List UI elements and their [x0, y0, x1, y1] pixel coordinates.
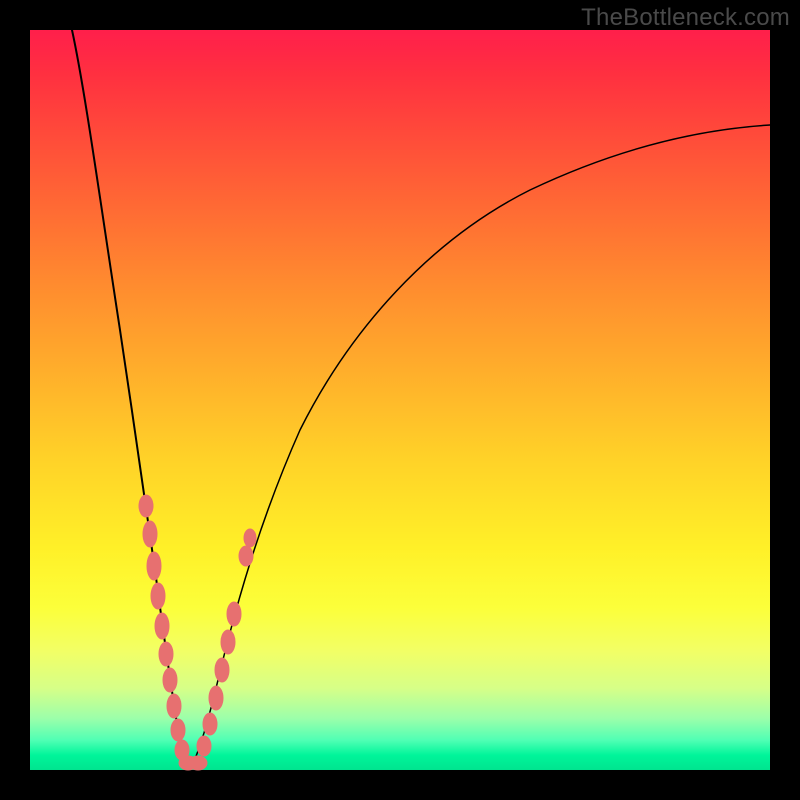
curve-layer — [30, 30, 770, 770]
marker-dot — [221, 630, 235, 654]
marker-dot — [143, 521, 157, 547]
marker-dot — [244, 529, 256, 547]
curve-right-branch — [190, 125, 770, 770]
marker-dot — [147, 552, 161, 580]
marker-dot — [155, 613, 169, 639]
watermark-text: TheBottleneck.com — [581, 4, 790, 32]
marker-dot — [239, 546, 253, 566]
marker-dot — [167, 694, 181, 718]
marker-dot — [197, 736, 211, 756]
chart-frame: TheBottleneck.com — [0, 0, 800, 800]
marker-dot — [159, 642, 173, 666]
marker-dot — [189, 756, 207, 770]
marker-cluster — [139, 495, 256, 770]
marker-dot — [151, 583, 165, 609]
marker-dot — [209, 686, 223, 710]
marker-dot — [227, 602, 241, 626]
marker-dot — [163, 668, 177, 692]
plot-area — [30, 30, 770, 770]
marker-dot — [171, 719, 185, 741]
marker-dot — [215, 658, 229, 682]
marker-dot — [203, 713, 217, 735]
marker-dot — [139, 495, 153, 517]
